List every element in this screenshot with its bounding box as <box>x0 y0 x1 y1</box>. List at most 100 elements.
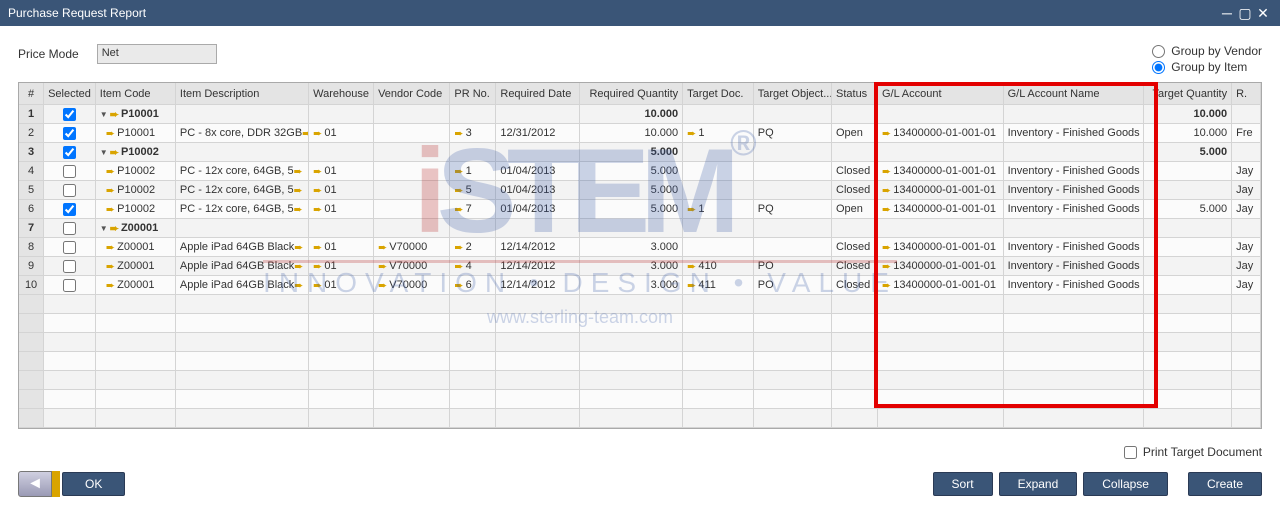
link-arrow-icon[interactable]: ➨ <box>454 165 463 178</box>
link-arrow-icon[interactable]: ➨ <box>882 203 891 216</box>
cell[interactable] <box>496 105 580 123</box>
cell[interactable] <box>832 143 878 161</box>
cell[interactable] <box>1232 105 1261 123</box>
collapse-triangle-icon[interactable]: ▼ <box>100 148 108 157</box>
cell[interactable] <box>754 143 832 161</box>
cell[interactable] <box>878 143 1004 161</box>
cell[interactable]: PQ <box>754 124 832 142</box>
cell[interactable]: ➨411 <box>683 276 754 294</box>
col-item-code[interactable]: Item Code <box>96 83 176 104</box>
cell[interactable]: Jay <box>1232 162 1261 180</box>
cell[interactable]: ➨7 <box>450 200 496 218</box>
link-arrow-icon[interactable]: ➨ <box>313 279 322 292</box>
close-icon[interactable]: ✕ <box>1254 6 1272 20</box>
cell[interactable] <box>496 219 580 237</box>
cell[interactable]: Open <box>832 124 878 142</box>
cell[interactable]: ➨01 <box>309 124 374 142</box>
link-arrow-icon[interactable]: ➨ <box>454 203 463 216</box>
cell[interactable]: 5.000 <box>580 162 683 180</box>
cell[interactable]: Apple iPad 64GB Black ➨ <box>176 276 309 294</box>
link-arrow-icon[interactable]: ➨ <box>110 222 119 235</box>
col-status[interactable]: Status <box>832 83 878 104</box>
link-arrow-icon[interactable]: ➨ <box>454 260 463 273</box>
cell[interactable]: ➨V70000 <box>374 257 450 275</box>
cell[interactable]: ➨4 <box>450 257 496 275</box>
cell[interactable]: PC - 12x core, 64GB, 5 ➨ <box>176 200 309 218</box>
cell[interactable] <box>44 105 96 123</box>
cell[interactable] <box>1004 105 1145 123</box>
cell[interactable] <box>1144 257 1232 275</box>
cell[interactable]: Inventory - Finished Goods <box>1004 200 1145 218</box>
cell[interactable]: Closed <box>832 238 878 256</box>
cell[interactable]: Open <box>832 200 878 218</box>
cell[interactable] <box>683 238 754 256</box>
cell[interactable] <box>176 143 309 161</box>
col-warehouse[interactable]: Warehouse <box>309 83 374 104</box>
cell[interactable] <box>683 181 754 199</box>
cell[interactable] <box>450 143 496 161</box>
cell[interactable] <box>450 219 496 237</box>
cell[interactable]: Closed <box>832 257 878 275</box>
link-arrow-icon[interactable]: ➨ <box>294 184 303 197</box>
group-by-item-option[interactable]: Group by Item <box>1152 60 1262 74</box>
link-arrow-icon[interactable]: ➨ <box>882 184 891 197</box>
link-arrow-icon[interactable]: ➨ <box>882 241 891 254</box>
cell[interactable] <box>44 200 96 218</box>
row-checkbox[interactable] <box>63 203 76 216</box>
cell[interactable]: 10.000 <box>580 105 683 123</box>
table-row[interactable]: 8 ➨Z00001Apple iPad 64GB Black ➨➨01➨V700… <box>19 238 1261 257</box>
cell[interactable]: ➨13400000-01-001-01 <box>878 200 1004 218</box>
cell[interactable]: PC - 12x core, 64GB, 5 ➨ <box>176 162 309 180</box>
cell[interactable] <box>450 105 496 123</box>
cell[interactable]: ➨1 <box>450 162 496 180</box>
table-row[interactable]: 9 ➨Z00001Apple iPad 64GB Black ➨➨01➨V700… <box>19 257 1261 276</box>
cell[interactable]: ➨P10001 <box>96 124 176 142</box>
cell[interactable] <box>683 219 754 237</box>
link-arrow-icon[interactable]: ➨ <box>106 184 115 197</box>
cell[interactable]: ➨13400000-01-001-01 <box>878 181 1004 199</box>
cell[interactable] <box>496 143 580 161</box>
cell[interactable]: 3.000 <box>580 257 683 275</box>
link-arrow-icon[interactable]: ➨ <box>106 279 115 292</box>
cell[interactable] <box>309 105 374 123</box>
cell[interactable]: PC - 12x core, 64GB, 5 ➨ <box>176 181 309 199</box>
cell[interactable] <box>1144 238 1232 256</box>
cell[interactable]: 12/14/2012 <box>496 238 580 256</box>
col-selected[interactable]: Selected <box>44 83 96 104</box>
cell[interactable]: 6 <box>19 200 44 218</box>
cell[interactable] <box>374 219 450 237</box>
row-checkbox[interactable] <box>63 241 76 254</box>
cell[interactable] <box>309 143 374 161</box>
cell[interactable]: 9 <box>19 257 44 275</box>
link-arrow-icon[interactable]: ➨ <box>294 260 303 273</box>
link-arrow-icon[interactable]: ➨ <box>454 184 463 197</box>
collapse-button[interactable]: Collapse <box>1083 472 1168 496</box>
cell[interactable] <box>44 238 96 256</box>
link-arrow-icon[interactable]: ➨ <box>110 146 119 159</box>
cell[interactable]: 01/04/2013 <box>496 181 580 199</box>
cell[interactable] <box>1144 219 1232 237</box>
row-checkbox[interactable] <box>63 260 76 273</box>
link-arrow-icon[interactable]: ➨ <box>454 241 463 254</box>
link-arrow-icon[interactable]: ➨ <box>882 165 891 178</box>
row-checkbox[interactable] <box>63 279 76 292</box>
collapse-triangle-icon[interactable]: ▼ <box>100 224 108 233</box>
cell[interactable]: Inventory - Finished Goods <box>1004 276 1145 294</box>
cell[interactable]: Inventory - Finished Goods <box>1004 238 1145 256</box>
link-arrow-icon[interactable]: ➨ <box>106 165 115 178</box>
cell[interactable]: ➨1 <box>683 124 754 142</box>
cell[interactable] <box>1144 181 1232 199</box>
print-target-checkbox[interactable]: Print Target Document <box>1124 445 1262 459</box>
link-arrow-icon[interactable]: ➨ <box>294 241 303 254</box>
link-arrow-icon[interactable]: ➨ <box>687 260 696 273</box>
cell[interactable] <box>832 219 878 237</box>
cell[interactable]: Jay <box>1232 238 1261 256</box>
table-row[interactable]: 7▼➨Z00001 <box>19 219 1261 238</box>
cell[interactable] <box>754 181 832 199</box>
link-arrow-icon[interactable]: ➨ <box>106 203 115 216</box>
col-gl-account-name[interactable]: G/L Account Name <box>1004 83 1145 104</box>
cell[interactable]: ➨13400000-01-001-01 <box>878 257 1004 275</box>
cell[interactable]: 4 <box>19 162 44 180</box>
cell[interactable]: 3.000 <box>580 276 683 294</box>
link-arrow-icon[interactable]: ➨ <box>294 165 303 178</box>
